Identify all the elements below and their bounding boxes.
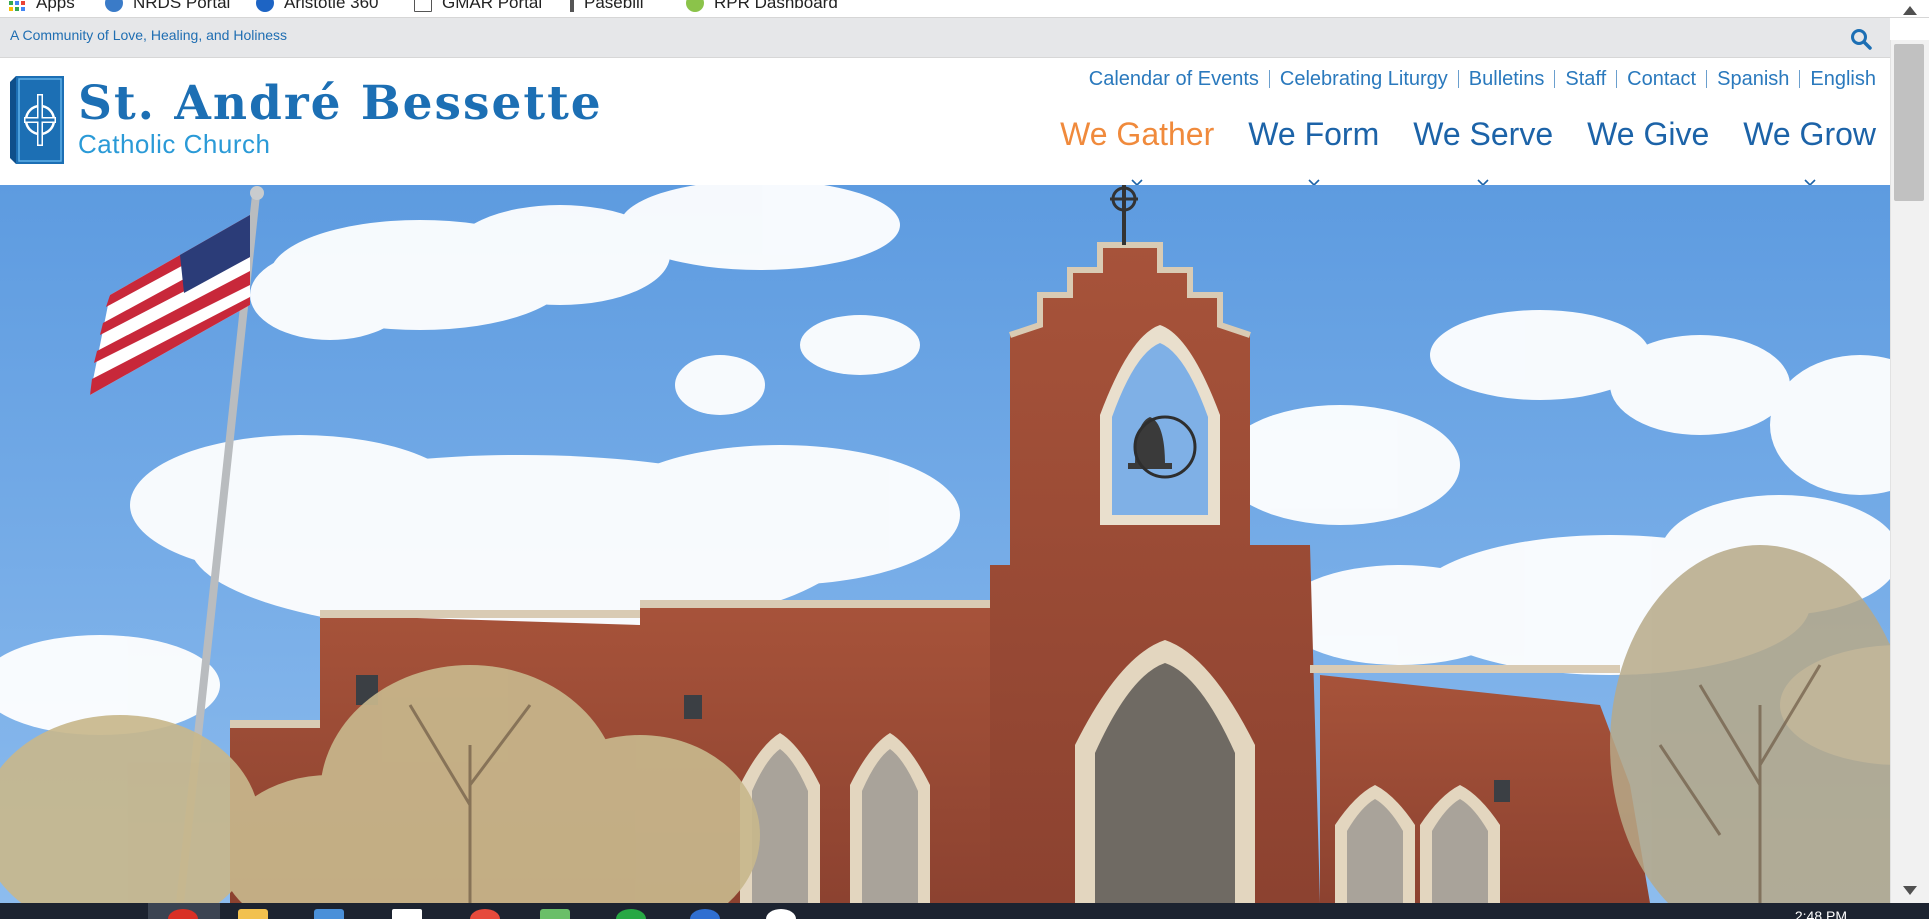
- bookmark-label: Aristotle 360: [284, 0, 379, 12]
- bookmark-label: NRDS Portal: [133, 0, 231, 12]
- nav-label: We Serve: [1413, 116, 1554, 152]
- taskbar-clock[interactable]: 2:48 PM: [1795, 908, 1847, 919]
- main-nav: We Gather We Form We Serve We Give We Gr…: [1060, 116, 1876, 187]
- bookmark-nrds-portal[interactable]: NRDS Portal: [105, 0, 230, 13]
- brand-name: St. André Bessette: [78, 76, 603, 131]
- app-icon[interactable]: [690, 909, 720, 919]
- nav-label: We Grow: [1743, 116, 1876, 152]
- app-icon[interactable]: [616, 909, 646, 919]
- document-icon[interactable]: [392, 909, 422, 919]
- nav-we-gather[interactable]: We Gather: [1060, 116, 1215, 187]
- bookmark-label: RPR Dashboard: [714, 0, 838, 12]
- scroll-thumb[interactable]: [1894, 44, 1924, 201]
- bookmark-apps[interactable]: Apps: [8, 0, 75, 13]
- nav-we-serve[interactable]: We Serve: [1413, 116, 1554, 187]
- browser-viewport: Apps NRDS Portal Aristotle 360 GMAR Port…: [0, 0, 1929, 919]
- rpr-icon: [686, 0, 704, 12]
- bookmark-label: Apps: [36, 0, 75, 12]
- util-link-bulletins[interactable]: Bulletins: [1457, 69, 1555, 89]
- util-link-english[interactable]: English: [1799, 69, 1876, 89]
- site-brand[interactable]: St. André Bessette Catholic Church: [78, 80, 603, 159]
- bookmark-label: Paseblll: [584, 0, 644, 12]
- bookmark-rpr-dashboard[interactable]: RPR Dashboard: [686, 0, 838, 13]
- church-logo-icon[interactable]: [10, 76, 64, 164]
- brand-subtitle: Catholic Church: [78, 129, 271, 159]
- app-icon[interactable]: [470, 909, 500, 919]
- util-link-staff[interactable]: Staff: [1554, 69, 1616, 89]
- nav-label: We Give: [1587, 116, 1710, 152]
- chevron-down-icon: [1804, 158, 1816, 187]
- bookmark-paseblll[interactable]: Paseblll: [570, 0, 644, 13]
- bookmark-label: GMAR Portal: [442, 0, 543, 12]
- page-icon: [414, 0, 432, 12]
- app-icon[interactable]: [314, 909, 344, 919]
- utility-bar: A Community of Love, Healing, and Holine…: [0, 18, 1890, 58]
- chevron-down-icon: [1477, 158, 1489, 187]
- site-header: St. André Bessette Catholic Church Calen…: [0, 58, 1890, 187]
- hero-church-photo: [0, 185, 1890, 903]
- nav-label: We Gather: [1060, 116, 1215, 152]
- nav-we-form[interactable]: We Form: [1248, 116, 1380, 187]
- bookmarks-bar: Apps NRDS Portal Aristotle 360 GMAR Port…: [0, 0, 1929, 18]
- util-link-contact[interactable]: Contact: [1616, 69, 1706, 89]
- bookmark-gmar-portal[interactable]: GMAR Portal: [414, 0, 542, 13]
- nav-we-grow[interactable]: We Grow: [1743, 116, 1876, 187]
- nav-label: We Form: [1248, 116, 1380, 152]
- nav-we-give[interactable]: We Give: [1587, 116, 1709, 153]
- util-link-spanish[interactable]: Spanish: [1706, 69, 1799, 89]
- apps-grid-icon: [8, 0, 26, 12]
- app-icon[interactable]: [540, 909, 570, 919]
- utility-nav: Calendar of Events Celebrating Liturgy B…: [1079, 69, 1876, 89]
- os-taskbar: 2:48 PM: [0, 903, 1929, 919]
- scroll-up-arrow-icon[interactable]: [1898, 2, 1922, 20]
- util-link-liturgy[interactable]: Celebrating Liturgy: [1268, 69, 1458, 89]
- globe-icon: [105, 0, 123, 12]
- bookmark-icon: [570, 0, 574, 12]
- aristotle-icon: [256, 0, 274, 12]
- search-icon[interactable]: [1850, 28, 1872, 50]
- site-tagline: A Community of Love, Healing, and Holine…: [10, 27, 288, 43]
- bookmark-aristotle-360[interactable]: Aristotle 360: [256, 0, 379, 13]
- chevron-down-icon: [1308, 158, 1320, 187]
- util-link-calendar[interactable]: Calendar of Events: [1079, 69, 1269, 89]
- app-icon[interactable]: [766, 909, 796, 919]
- chevron-down-icon: [1131, 158, 1143, 187]
- file-explorer-icon[interactable]: [238, 909, 268, 919]
- page-scrollbar[interactable]: [1890, 6, 1929, 903]
- scroll-down-arrow-icon[interactable]: [1898, 883, 1922, 899]
